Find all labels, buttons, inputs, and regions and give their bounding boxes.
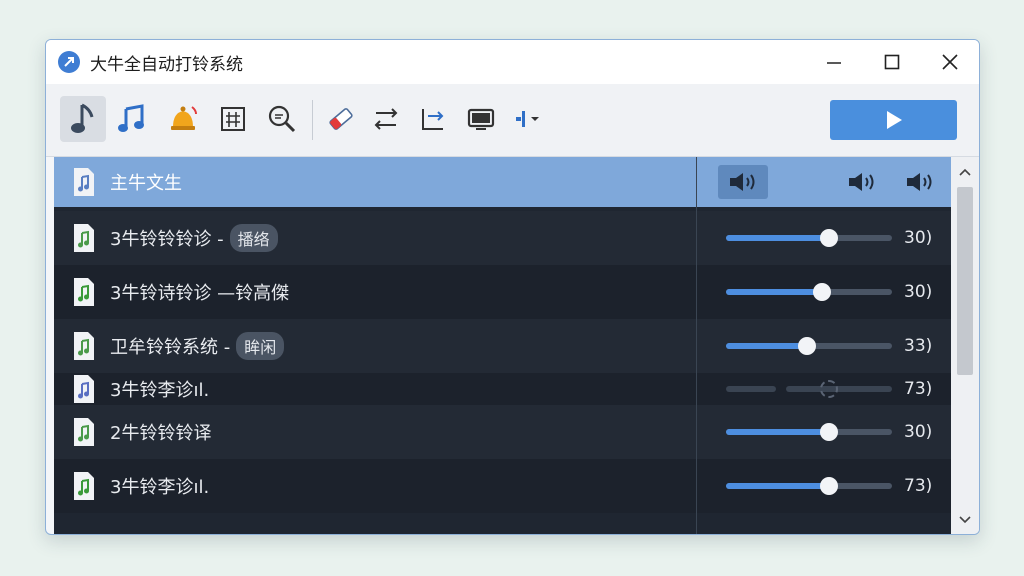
chevron-up-icon <box>959 168 971 176</box>
scroll-down-button[interactable] <box>951 509 979 531</box>
column-divider <box>696 157 697 534</box>
list-item[interactable]: 卫牟铃铃系统 - 眸闲 33) <box>54 319 951 373</box>
play-button[interactable] <box>830 100 957 140</box>
main-window: 大牛全自动打铃系统 主牛文生 3牛铃铃铃诊 - 播络 30) 3牛铃诗铃诊 —铃… <box>45 39 980 535</box>
volume-slider-fill <box>726 235 829 241</box>
volume-value: 30) <box>904 422 933 442</box>
volume-value: 73) <box>904 379 933 399</box>
speaker-button[interactable] <box>842 165 882 199</box>
app-logo-icon <box>58 51 80 73</box>
volume-slider[interactable] <box>726 380 892 398</box>
loop-icon[interactable] <box>363 96 409 142</box>
toolbar-separator <box>312 100 313 140</box>
window-controls <box>805 40 979 84</box>
volume-slider-thumb[interactable] <box>819 229 838 247</box>
list-header-label: 主牛文生 <box>110 173 182 194</box>
maximize-button[interactable] <box>863 40 921 84</box>
list-item[interactable]: 3牛铃铃铃诊 - 播络 30) <box>54 211 951 265</box>
monitor-icon[interactable] <box>458 96 504 142</box>
list-item-label: 2牛铃铃铃译 <box>110 419 211 445</box>
list-item[interactable]: 3牛铃李诊ıl. 73) <box>54 459 951 513</box>
music-notes-icon[interactable] <box>109 96 155 142</box>
speaker-icon <box>907 173 932 191</box>
window-title: 大牛全自动打铃系统 <box>90 54 243 75</box>
volume-slider-fill <box>726 343 808 349</box>
speaker-button-active[interactable] <box>718 165 768 199</box>
music-file-icon <box>74 472 94 500</box>
ringtone-list: 主牛文生 3牛铃铃铃诊 - 播络 30) 3牛铃诗铃诊 —铃高傑 30) 卫牟铃铃系统 -… <box>54 157 951 534</box>
list-item-label: 卫牟铃铃系统 - 眸闲 <box>110 332 285 360</box>
volume-slider[interactable] <box>726 229 892 247</box>
list-item-label: 3牛铃李诊ıl. <box>110 473 209 499</box>
list-item-name: 卫牟铃铃系统 - <box>110 337 231 358</box>
volume-slider-fill <box>726 289 823 295</box>
volume-slider-thumb[interactable] <box>813 283 832 301</box>
close-button[interactable] <box>921 40 979 84</box>
vertical-scrollbar[interactable] <box>951 157 979 534</box>
music-note-icon[interactable] <box>60 96 106 142</box>
bell-icon[interactable] <box>160 96 206 142</box>
list-item[interactable]: 2牛铃铃铃译 30) <box>54 405 951 459</box>
list-item-name: 2牛铃铃铃译 <box>110 423 212 444</box>
music-file-icon <box>74 332 94 360</box>
volume-slider[interactable] <box>726 423 892 441</box>
search-icon[interactable] <box>259 96 305 142</box>
volume-slider-thumb[interactable] <box>798 337 817 355</box>
list-item-name: 3牛铃李诊ıl. <box>110 380 210 401</box>
music-file-icon <box>74 168 94 196</box>
volume-slider[interactable] <box>726 477 892 495</box>
title-bar: 大牛全自动打铃系统 <box>46 40 979 84</box>
export-icon[interactable] <box>410 96 456 142</box>
play-icon <box>886 111 902 129</box>
status-badge: 播络 <box>229 224 278 252</box>
music-file-icon <box>74 418 94 446</box>
volume-slider-thumb[interactable] <box>819 423 838 441</box>
toolbar <box>46 84 979 157</box>
eraser-icon[interactable] <box>318 96 364 142</box>
list-item[interactable]: 3牛铃李诊ıl. 73) <box>54 373 951 405</box>
volume-value: 33) <box>904 336 933 356</box>
chevron-down-icon <box>959 516 971 524</box>
scroll-thumb[interactable] <box>957 187 973 375</box>
volume-slider[interactable] <box>726 283 892 301</box>
list-item-name: 3牛铃李诊ıl. <box>110 477 210 498</box>
volume-slider-fill <box>726 429 829 435</box>
list-item[interactable]: 3牛铃诗铃诊 —铃高傑 30) <box>54 265 951 319</box>
speaker-icon <box>849 173 874 191</box>
music-file-icon <box>74 375 94 403</box>
list-item-label: 3牛铃诗铃诊 —铃高傑 <box>110 279 289 305</box>
volume-slider-thumb[interactable] <box>819 477 838 495</box>
list-item-name: 3牛铃诗铃诊 —铃高傑 <box>110 283 290 304</box>
volume-slider[interactable] <box>726 337 892 355</box>
music-file-icon <box>74 278 94 306</box>
volume-value: 30) <box>904 228 933 248</box>
status-badge: 眸闲 <box>236 332 285 360</box>
volume-value: 73) <box>904 476 933 496</box>
audio-menu-icon[interactable] <box>505 96 551 142</box>
schedule-grid-icon[interactable] <box>210 96 256 142</box>
music-file-icon <box>74 224 94 252</box>
speaker-icon <box>730 173 755 191</box>
volume-value: 30) <box>904 282 933 302</box>
list-item-label: 3牛铃李诊ıl. <box>110 376 209 402</box>
list-header-row[interactable]: 主牛文生 <box>54 157 951 207</box>
volume-slider-fill <box>726 483 829 489</box>
list-item-name: 3牛铃铃铃诊 - <box>110 229 224 250</box>
minimize-button[interactable] <box>805 40 863 84</box>
scroll-up-button[interactable] <box>951 161 979 183</box>
speaker-button[interactable] <box>900 165 940 199</box>
list-item-label: 3牛铃铃铃诊 - 播络 <box>110 224 278 252</box>
